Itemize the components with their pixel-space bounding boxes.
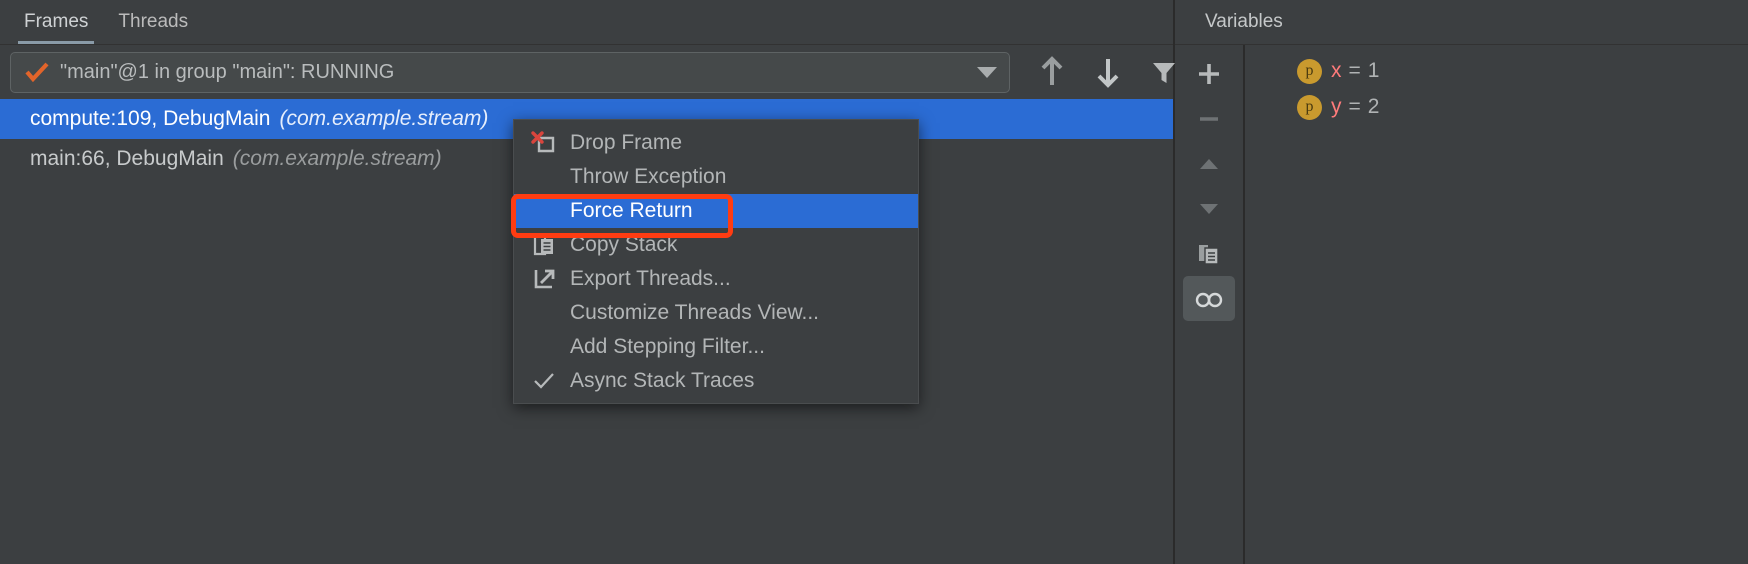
thread-selector-dropdown[interactable]: "main"@1 in group "main": RUNNING xyxy=(10,51,1010,93)
variable-name: x xyxy=(1331,59,1342,82)
menu-item-force-return[interactable]: Force Return xyxy=(514,194,918,228)
menu-item-label: Force Return xyxy=(570,199,693,222)
copy-pages-icon[interactable] xyxy=(1183,231,1235,276)
frame-method: main:66, DebugMain xyxy=(30,147,224,170)
add-watch-button[interactable] xyxy=(1183,51,1235,96)
menu-item-async-stack-traces[interactable]: Async Stack Traces xyxy=(514,364,918,398)
variable-operator: = xyxy=(1348,59,1361,82)
menu-icon-placeholder xyxy=(528,199,560,223)
menu-icon-placeholder xyxy=(528,335,560,359)
menu-item-label: Throw Exception xyxy=(570,165,727,188)
variable-value: 2 xyxy=(1367,95,1380,118)
menu-item-export-threads[interactable]: Export Threads... xyxy=(514,262,918,296)
remove-watch-button[interactable] xyxy=(1183,96,1235,141)
list-item[interactable]: p y = 2 xyxy=(1245,89,1748,125)
variables-body: p x = 1 p y = 2 xyxy=(1175,45,1748,564)
menu-item-drop-frame[interactable]: Drop Frame xyxy=(514,126,918,160)
parameter-badge-icon: p xyxy=(1297,58,1322,84)
menu-item-throw-exception[interactable]: Throw Exception xyxy=(514,160,918,194)
variables-panel: Variables p x = 1 p y = 2 xyxy=(1175,0,1748,564)
variable-name: y xyxy=(1331,95,1342,118)
menu-item-customize-threads-view[interactable]: Customize Threads View... xyxy=(514,296,918,330)
frames-tabbar: Frames Threads xyxy=(0,0,1173,45)
frame-method: compute:109, DebugMain xyxy=(30,107,271,130)
tab-threads-label: Threads xyxy=(118,11,189,32)
menu-item-label: Add Stepping Filter... xyxy=(570,335,765,358)
move-down-button[interactable] xyxy=(1183,186,1235,231)
export-icon xyxy=(528,267,560,291)
thread-selector-row: "main"@1 in group "main": RUNNING xyxy=(0,45,1175,99)
frame-package: (com.example.stream) xyxy=(232,147,442,170)
glasses-icon[interactable] xyxy=(1183,276,1235,321)
frames-panel: Frames Threads "main"@1 in group "main":… xyxy=(0,0,1175,564)
frame-package: (com.example.stream) xyxy=(279,107,489,130)
variables-list: p x = 1 p y = 2 xyxy=(1245,45,1748,564)
list-item[interactable]: p x = 1 xyxy=(1245,53,1748,89)
tab-threads[interactable]: Threads xyxy=(112,11,212,44)
chevron-down-icon[interactable] xyxy=(977,66,997,78)
debugger-window: Frames Threads "main"@1 in group "main":… xyxy=(0,0,1748,564)
menu-icon-placeholder xyxy=(528,165,560,189)
arrow-down-icon[interactable] xyxy=(1080,49,1136,95)
arrow-up-icon[interactable] xyxy=(1024,49,1080,95)
menu-item-label: Copy Stack xyxy=(570,233,678,256)
tab-frames-label: Frames xyxy=(24,11,89,32)
menu-item-label: Drop Frame xyxy=(570,131,683,154)
variables-toolbar xyxy=(1175,45,1245,564)
frames-context-menu: Drop Frame Throw Exception Force Return xyxy=(513,119,919,404)
variables-tabbar: Variables xyxy=(1175,0,1748,45)
frames-toolbar xyxy=(1024,49,1192,95)
tab-frames[interactable]: Frames xyxy=(18,11,112,44)
thread-selector-value: "main"@1 in group "main": RUNNING xyxy=(60,60,395,83)
copy-icon xyxy=(528,233,560,257)
menu-item-label: Export Threads... xyxy=(570,267,731,290)
menu-item-label: Async Stack Traces xyxy=(570,369,755,392)
variable-operator: = xyxy=(1348,95,1361,118)
checkmark-icon xyxy=(528,369,560,393)
menu-item-label: Customize Threads View... xyxy=(570,301,820,324)
parameter-badge-icon: p xyxy=(1297,94,1322,120)
move-up-button[interactable] xyxy=(1183,141,1235,186)
drop-frame-icon xyxy=(528,131,560,155)
variable-value: 1 xyxy=(1367,59,1380,82)
menu-item-copy-stack[interactable]: Copy Stack xyxy=(514,228,918,262)
menu-item-add-stepping-filter[interactable]: Add Stepping Filter... xyxy=(514,330,918,364)
orange-checkmark-icon xyxy=(25,62,49,82)
tab-variables[interactable]: Variables xyxy=(1205,11,1283,33)
menu-icon-placeholder xyxy=(528,301,560,325)
